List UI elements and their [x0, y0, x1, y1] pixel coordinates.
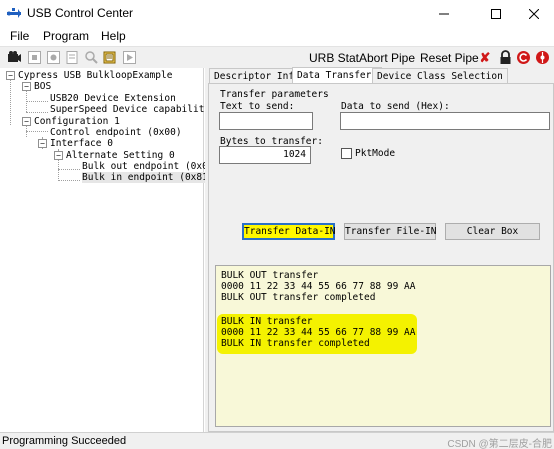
close-icon [529, 9, 539, 19]
collapse-toggle-icon[interactable]: − [54, 151, 63, 160]
output-line: 0000 11 22 33 44 55 66 77 88 99 AA [221, 281, 416, 292]
collapse-toggle-icon[interactable]: − [38, 139, 47, 148]
abort-pipe-button[interactable]: Abort Pipe [359, 51, 415, 65]
tree-node-interface[interactable]: Interface 0 [50, 138, 113, 149]
maximize-icon [491, 9, 501, 19]
tree-node-configuration[interactable]: Configuration 1 [34, 116, 120, 127]
menu-help[interactable]: Help [101, 29, 126, 43]
refresh-icon[interactable] [516, 50, 531, 65]
main-panel: Descriptor Info Data Transfers Device Cl… [205, 67, 554, 432]
collapse-toggle-icon[interactable]: − [22, 117, 31, 126]
data-transfers-page: Transfer parameters Text to send: Data t… [208, 83, 554, 432]
tree-node-usb20-extension[interactable]: USB20 Device Extension [50, 93, 176, 104]
text-to-send-label: Text to send: [220, 101, 295, 112]
hub-icon[interactable] [535, 50, 550, 65]
tree-node-control-endpoint[interactable]: Control endpoint (0x00) [50, 127, 182, 138]
tab-descriptor-info[interactable]: Descriptor Info [209, 68, 305, 84]
cross-icon[interactable]: ✘ [477, 50, 493, 66]
tree-connector [58, 180, 80, 181]
tree-node-bulk-in-endpoint[interactable]: Bulk in endpoint (0x81) [82, 172, 214, 183]
search-icon[interactable] [84, 50, 99, 65]
tree-node-bos[interactable]: BOS [34, 81, 51, 92]
transfer-output-box[interactable]: BULK OUT transfer 0000 11 22 33 44 55 66… [215, 265, 551, 427]
play-icon[interactable] [122, 50, 137, 65]
tab-device-class-selection[interactable]: Device Class Selection [372, 68, 508, 84]
transfer-data-in-button[interactable]: Transfer Data-IN [242, 223, 336, 240]
device-tree: − Cypress USB BulkloopExample − BOS USB2… [0, 68, 219, 432]
clear-box-button[interactable]: Clear Box [445, 223, 540, 240]
status-bar: Programming Succeeded CSDN @第二层皮-合肥 [0, 432, 554, 449]
text-to-send-input[interactable] [219, 112, 313, 130]
lock-icon[interactable] [498, 50, 513, 65]
output-line: BULK IN transfer completed [221, 338, 370, 349]
record-icon[interactable] [46, 50, 61, 65]
watermark: CSDN @第二层皮-合肥 [447, 439, 552, 449]
menu-bar: File Program Help [0, 28, 554, 46]
output-line: BULK OUT transfer completed [221, 292, 376, 303]
tab-data-transfers[interactable]: Data Transfers [292, 67, 383, 84]
output-line: 0000 11 22 33 44 55 66 77 88 99 AA [221, 327, 416, 338]
transfer-params-label: Transfer parameters [220, 89, 329, 100]
hex-data-input[interactable] [340, 112, 550, 130]
properties-icon[interactable] [65, 50, 80, 65]
transfer-file-in-button[interactable]: Transfer File-IN [344, 223, 437, 240]
tree-connector [26, 112, 48, 113]
pktmode-checkbox[interactable] [341, 148, 352, 159]
tree-connector [26, 131, 48, 132]
close-button[interactable] [511, 0, 554, 28]
minimize-icon [439, 13, 449, 15]
reset-pipe-button[interactable]: Reset Pipe [420, 51, 479, 65]
tree-node-alternate-setting[interactable]: Alternate Setting 0 [66, 150, 175, 161]
usb-app-icon [7, 8, 21, 18]
window-title: USB Control Center [27, 6, 134, 20]
output-line: BULK OUT transfer [221, 270, 319, 281]
tree-connector [26, 101, 48, 102]
tree-connector [10, 79, 11, 125]
bytes-to-transfer-input[interactable]: 1024 [219, 146, 311, 164]
output-line: BULK IN transfer [221, 316, 313, 327]
status-text: Programming Succeeded [2, 435, 127, 447]
toolbar: URB Stat Abort Pipe Reset Pipe ✘ [0, 46, 554, 68]
tree-node-bulk-out-endpoint[interactable]: Bulk out endpoint (0x01) [82, 161, 219, 172]
minimize-button[interactable] [421, 0, 467, 28]
tree-node-device[interactable]: Cypress USB BulkloopExample [18, 70, 172, 81]
open-folder-icon[interactable] [103, 50, 118, 65]
stop-icon[interactable] [27, 50, 42, 65]
camera-icon[interactable] [7, 50, 22, 65]
collapse-toggle-icon[interactable]: − [22, 82, 31, 91]
collapse-toggle-icon[interactable]: − [6, 71, 15, 80]
title-bar: USB Control Center [0, 0, 554, 28]
pktmode-label: PktMode [355, 148, 396, 159]
menu-file[interactable]: File [10, 29, 29, 43]
tree-node-superspeed-capability[interactable]: SuperSpeed Device capability [50, 104, 210, 115]
tree-connector [58, 169, 80, 170]
hex-data-label: Data to send (Hex): [341, 101, 450, 112]
menu-program[interactable]: Program [43, 29, 89, 43]
urb-stat-button[interactable]: URB Stat [309, 51, 359, 65]
